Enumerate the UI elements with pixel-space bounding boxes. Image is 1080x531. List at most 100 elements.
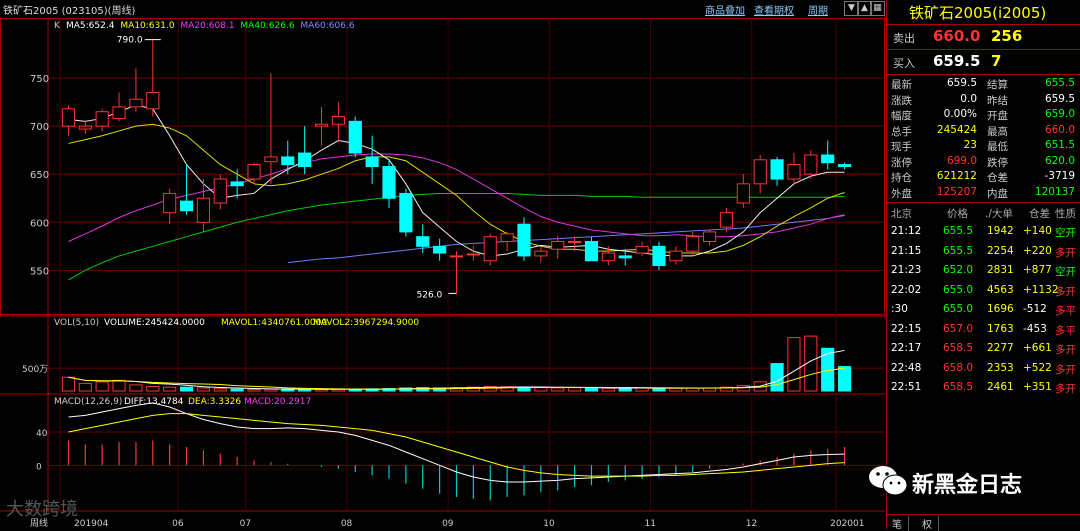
candle-body	[61, 108, 76, 127]
tick-cell: 1763	[987, 322, 1014, 335]
tick-cell: :30	[891, 303, 908, 315]
bottom-tabs: 笔 权	[886, 514, 1080, 531]
period-button[interactable]: 周期	[808, 2, 828, 17]
tick-cell: 655.0	[943, 303, 974, 315]
candle-body	[365, 156, 379, 168]
tick-cell: 655.5	[943, 225, 974, 237]
volume-bar	[61, 376, 76, 392]
quote-panel: 铁矿石2005(i2005) 卖出 660.0 256 买入 659.5 7 最…	[886, 0, 1080, 529]
volume-bar	[568, 387, 582, 392]
candle-body	[95, 111, 109, 127]
grid-icon[interactable]: ▦	[870, 1, 885, 16]
tick-cell: 658.0	[943, 361, 974, 374]
candle-body	[517, 223, 531, 257]
tick-row: :30 655.0 1696 -512 多平	[887, 299, 1080, 319]
x-tick-label: 06	[172, 519, 184, 529]
price-tick-label: 700	[30, 122, 49, 133]
stat-value: 620.0	[1044, 154, 1075, 167]
volume-bar	[179, 386, 194, 392]
tick-cell: 1942	[987, 225, 1014, 237]
volume-bar	[163, 386, 177, 392]
options-button[interactable]: 查看期权	[754, 2, 794, 17]
candle-body	[804, 154, 818, 175]
tick-cell: 21:12	[891, 225, 922, 237]
tick-cell: -512	[1023, 303, 1047, 315]
candle-body	[837, 164, 852, 168]
candle-body	[568, 241, 582, 244]
candle-body	[635, 245, 649, 254]
vol-legend-volume: VOLUME:245424.0000	[104, 318, 205, 328]
candle-body	[382, 166, 396, 199]
stat-value: 655.5	[1044, 77, 1075, 89]
tick-cell: +877	[1023, 264, 1052, 276]
candle-body	[433, 245, 447, 254]
high-annotation: 790.0	[117, 36, 143, 46]
tick-cell: +140	[1023, 225, 1052, 237]
legend-ma40: MA40:626.6	[240, 21, 294, 31]
tick-row: 22:48 658.0 2353 +522 多开	[887, 358, 1080, 378]
tick-cell: 658.5	[943, 381, 974, 393]
x-tick-label: 12	[746, 519, 757, 529]
chart-area[interactable]: 750700650600550K MA5:652.4 MA10:631.0 MA20:…	[0, 18, 885, 529]
mavol2-line	[68, 367, 845, 390]
ma5-line	[68, 104, 845, 257]
candle-body	[78, 125, 92, 130]
quote-stat-row: 持仓 621212 仓差 -3719	[887, 169, 1080, 185]
tick-cell: +522	[1023, 361, 1052, 374]
volume-bar	[146, 385, 160, 392]
volume-bar	[584, 387, 599, 392]
price-tick-label: 600	[30, 218, 49, 229]
tick-header-cell: 性质	[1055, 208, 1076, 220]
macd-legend-dea: DEA:3.3326	[188, 397, 241, 407]
candle-body	[466, 253, 480, 256]
volume-bar	[247, 388, 261, 392]
stat-value: 621212	[936, 170, 977, 182]
stat-label: 总手	[891, 125, 912, 138]
legend-ma10: MA10:631.0	[120, 21, 174, 31]
tick-header: 北京 价格 ./大单 仓差 性质	[887, 202, 1080, 221]
candle-body	[770, 159, 784, 180]
volume-bar	[129, 384, 143, 392]
window-title: 铁矿石2005 (023105)(周线)	[3, 6, 136, 17]
candle-body	[821, 154, 835, 164]
quote-stat-row: 现手 23 最低 651.5	[887, 138, 1080, 154]
quote-stats: 最新 659.5 结算 655.5 涨跌 0.0 昨结 659.5 幅度 0.00% 开盘 659.0…	[887, 76, 1080, 200]
price-tick-label: 650	[30, 170, 49, 181]
stat-label: 持仓	[891, 172, 912, 184]
stat-value: -3719	[1044, 170, 1075, 182]
x-tick-label: 09	[442, 519, 454, 529]
candle-body	[787, 164, 801, 180]
candle-body	[753, 159, 767, 185]
overlay-button[interactable]: 商品叠加	[705, 2, 745, 17]
stat-label: 结算	[987, 79, 1008, 91]
quote-stat-row: 涨停 699.0 跌停 620.0	[887, 154, 1080, 170]
stat-value: 659.5	[946, 77, 977, 89]
candle-body	[247, 164, 261, 180]
buy-price: 659.5	[933, 52, 981, 70]
candle-body	[618, 255, 632, 259]
tick-cell: 1696	[987, 303, 1014, 315]
stat-label: 涨跌	[891, 94, 912, 107]
tick-cell: 多开	[1055, 285, 1076, 298]
stat-value: 0.0	[960, 92, 977, 105]
legend-ma60: MA60:606.6	[300, 21, 354, 31]
candle-body	[534, 250, 548, 257]
stat-label: 最高	[987, 125, 1008, 138]
vol-y-label: 500万	[22, 365, 48, 375]
stat-value: 125207	[936, 185, 977, 198]
legend-ma5: MA5:652.4	[66, 21, 115, 31]
candle-body	[703, 231, 717, 243]
quote-stat-row: 幅度 0.00% 开盘 659.0	[887, 107, 1080, 123]
candle-body	[348, 120, 362, 154]
stat-value: 699.0	[946, 154, 977, 167]
volume-bar	[264, 388, 278, 392]
stat-value: 659.5	[1044, 92, 1075, 105]
stat-value: 659.0	[1044, 108, 1075, 120]
tick-row: 22:02 655.0 4563 +1132 多开	[887, 280, 1080, 300]
stat-label: 幅度	[891, 110, 912, 122]
candle-body	[112, 106, 126, 119]
tick-cell: 22:02	[891, 283, 922, 296]
buy-label: 买入	[893, 57, 915, 70]
tick-list: 北京 价格 ./大单 仓差 性质 21:12 655.5 1942 +140 空开 21:15 655…	[887, 202, 1080, 397]
tick-cell: 多开	[1055, 246, 1076, 259]
